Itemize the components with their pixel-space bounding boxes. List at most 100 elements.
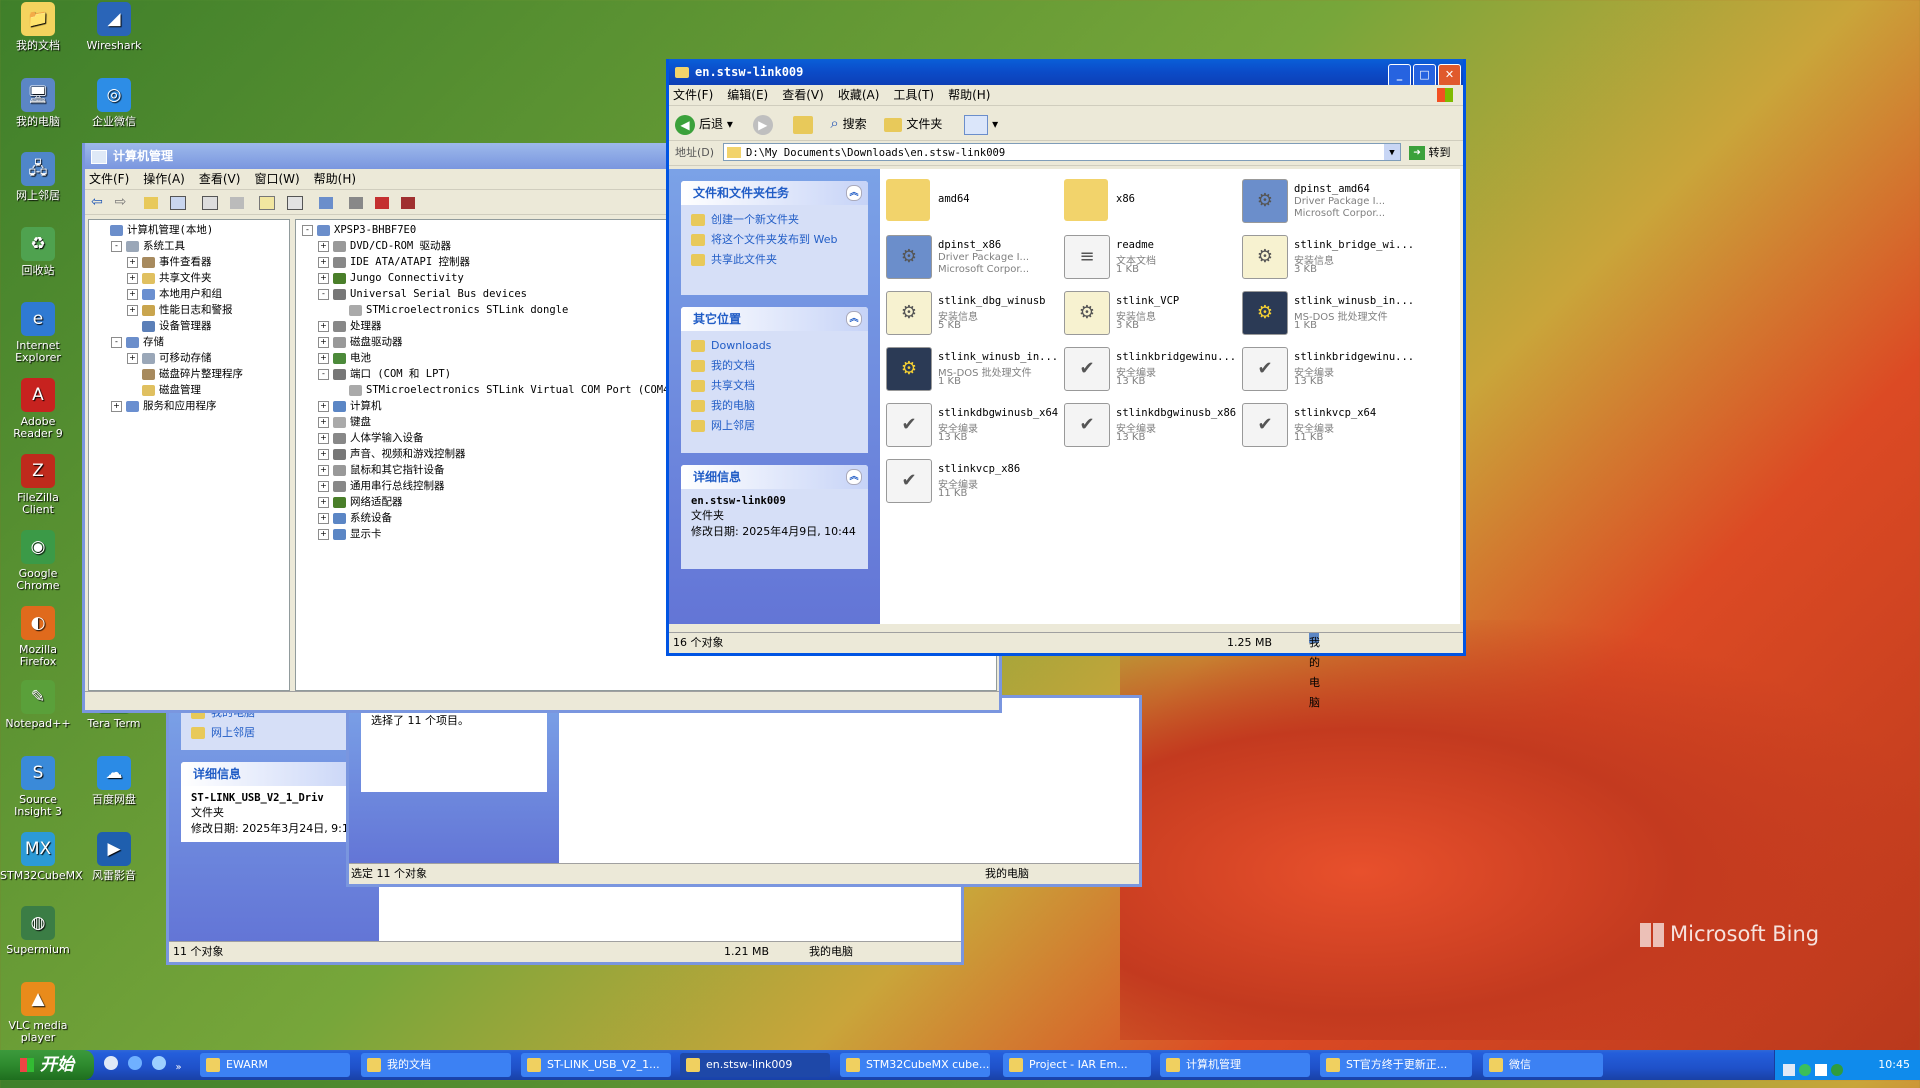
file-item[interactable]: ⚙ stlink_winusb_in... MS-DOS 批处理文件 1 KB bbox=[1242, 287, 1417, 341]
file-item[interactable]: x86 bbox=[1064, 175, 1239, 229]
file-item[interactable]: ≡ readme 文本文档 1 KB bbox=[1064, 231, 1239, 285]
expand-icon[interactable]: + bbox=[318, 480, 329, 492]
security-tray-icon[interactable] bbox=[1831, 1064, 1843, 1076]
expand-icon[interactable]: + bbox=[318, 512, 329, 524]
file-item[interactable]: amd64 bbox=[886, 175, 1061, 229]
expand-icon[interactable]: + bbox=[318, 416, 329, 428]
menu-item[interactable]: 查看(V) bbox=[199, 172, 241, 186]
clock[interactable]: 10:45 bbox=[1878, 1050, 1910, 1080]
file-item[interactable]: ✔ stlinkbridgewinu... 安全编录 13 KB bbox=[1064, 343, 1239, 397]
desktop-icon[interactable]: MX STM32CubeMX bbox=[0, 832, 83, 882]
expand-icon[interactable]: + bbox=[318, 528, 329, 540]
views-dropdown-icon[interactable]: ▾ bbox=[988, 117, 998, 131]
collapse-icon[interactable]: - bbox=[318, 368, 329, 380]
tree-node[interactable]: + 服务和应用程序 bbox=[89, 398, 289, 414]
expand-icon[interactable]: + bbox=[318, 256, 329, 268]
tree-node[interactable]: + 事件查看器 bbox=[89, 254, 289, 270]
expand-icon[interactable]: + bbox=[127, 256, 138, 268]
desktop-icon[interactable]: 🖧 网上邻居 bbox=[0, 152, 76, 202]
back1-place-network[interactable]: 网上邻居 bbox=[191, 724, 357, 744]
file-item[interactable]: ⚙ stlink_bridge_wi... 安装信息 3 KB bbox=[1242, 231, 1417, 285]
minimize-button[interactable]: _ bbox=[1388, 64, 1411, 87]
forward-button[interactable]: ▶ bbox=[752, 114, 777, 135]
expand-icon[interactable]: + bbox=[111, 400, 122, 412]
search-button[interactable]: ⌕ 搜索 bbox=[830, 114, 866, 132]
show-desktop-icon[interactable] bbox=[104, 1056, 118, 1070]
expand-icon[interactable]: + bbox=[318, 272, 329, 284]
address-dropdown-icon[interactable]: ▼ bbox=[1384, 144, 1400, 160]
expand-icon[interactable]: + bbox=[127, 272, 138, 284]
update-driver-icon[interactable] bbox=[348, 196, 363, 209]
task-link[interactable]: 共享文档 bbox=[691, 377, 858, 397]
back-arrow-icon[interactable]: ⇦ bbox=[91, 194, 103, 210]
menu-item[interactable]: 帮助(H) bbox=[948, 88, 990, 102]
desktop-icon[interactable]: ◍ Supermium bbox=[0, 906, 76, 956]
wechat-tray-icon[interactable] bbox=[1799, 1064, 1811, 1076]
forward-arrow-icon[interactable]: ⇨ bbox=[115, 194, 127, 210]
collapse-icon[interactable]: - bbox=[302, 224, 313, 236]
properties-icon[interactable] bbox=[201, 195, 218, 210]
menu-item[interactable]: 文件(F) bbox=[89, 172, 129, 186]
print-icon[interactable] bbox=[229, 196, 244, 209]
collapse-icon[interactable]: ︽ bbox=[846, 469, 862, 485]
task-link[interactable]: Downloads bbox=[691, 337, 858, 357]
task-link[interactable]: 创建一个新文件夹 bbox=[691, 211, 858, 231]
taskbar-button[interactable]: 计算机管理 bbox=[1160, 1053, 1310, 1077]
tree-node[interactable]: 磁盘碎片整理程序 bbox=[89, 366, 289, 382]
menu-item[interactable]: 操作(A) bbox=[143, 172, 185, 186]
tree-node[interactable]: + 本地用户和组 bbox=[89, 286, 289, 302]
menu-item[interactable]: 窗口(W) bbox=[254, 172, 299, 186]
back-button[interactable]: ◀ 后退 ▾ bbox=[675, 114, 733, 135]
menu-item[interactable]: 编辑(E) bbox=[727, 88, 768, 102]
desktop-icon[interactable]: ▶ 风雷影音 bbox=[76, 832, 152, 882]
tree-node[interactable]: - 系统工具 bbox=[89, 238, 289, 254]
file-item[interactable]: ✔ stlinkdbgwinusb_x86 安全编录 13 KB bbox=[1064, 399, 1239, 453]
file-item[interactable]: ⚙ stlink_winusb_in... MS-DOS 批处理文件 1 KB bbox=[886, 343, 1061, 397]
file-item[interactable]: ⚙ dpinst_amd64 Driver Package I... Microsof… bbox=[1242, 175, 1417, 229]
collapse-icon[interactable]: - bbox=[111, 336, 122, 348]
task-link[interactable]: 网上邻居 bbox=[691, 417, 858, 437]
close-button[interactable]: ✕ bbox=[1438, 64, 1461, 87]
menu-item[interactable]: 工具(T) bbox=[893, 88, 934, 102]
taskbar-button[interactable]: EWARM bbox=[200, 1053, 350, 1077]
taskbar-button[interactable]: Project - IAR Em... bbox=[1003, 1053, 1151, 1077]
desktop-icon[interactable]: ◎ 企业微信 bbox=[76, 78, 152, 128]
tree-node[interactable]: + 性能日志和警报 bbox=[89, 302, 289, 318]
tree-node[interactable]: + 可移动存储 bbox=[89, 350, 289, 366]
menu-item[interactable]: 收藏(A) bbox=[838, 88, 880, 102]
expand-icon[interactable]: + bbox=[318, 240, 329, 252]
scan-hardware-icon[interactable] bbox=[319, 196, 334, 209]
collapse-icon[interactable]: ︽ bbox=[846, 185, 862, 201]
expand-icon[interactable]: + bbox=[127, 288, 138, 300]
tree-node[interactable]: 设备管理器 bbox=[89, 318, 289, 334]
desktop-icon[interactable]: e Internet Explorer bbox=[0, 302, 76, 364]
explorer-window-stsw[interactable]: en.stsw-link009 _ □ ✕ 文件(F) 编辑(E) 查看(V) 收藏(A)… bbox=[666, 59, 1466, 709]
desktop-icon[interactable]: ♻ 回收站 bbox=[0, 227, 76, 277]
desktop-icon[interactable]: Z FileZilla Client bbox=[0, 454, 76, 516]
network-tray-icon[interactable] bbox=[1783, 1064, 1795, 1076]
views-button[interactable] bbox=[964, 114, 989, 135]
task-link[interactable]: 我的文档 bbox=[691, 357, 858, 377]
menu-item[interactable]: 查看(V) bbox=[782, 88, 824, 102]
taskbar-button[interactable]: ST官方终于更新正... bbox=[1320, 1053, 1472, 1077]
menu-item[interactable]: 帮助(H) bbox=[314, 172, 356, 186]
file-list[interactable]: amd64 x86 ⚙ dpinst_amd64 Driver Package I...… bbox=[880, 169, 1460, 624]
desktop-icon[interactable]: A Adobe Reader 9 bbox=[0, 378, 76, 440]
tree-node[interactable]: - 存储 bbox=[89, 334, 289, 350]
view-icon[interactable] bbox=[287, 195, 304, 210]
explorer-window-selection[interactable]: 选择了 11 个项目。 选定 11 个对象 我的电脑 bbox=[346, 695, 1142, 887]
expand-icon[interactable]: + bbox=[127, 352, 138, 364]
folders-button[interactable]: 文件夹 bbox=[884, 117, 942, 132]
other-places-title[interactable]: 其它位置 ︽ bbox=[681, 307, 868, 331]
disable-icon[interactable] bbox=[400, 196, 415, 209]
explorer-title-bar[interactable]: en.stsw-link009 _ □ ✕ bbox=[669, 59, 1463, 87]
desktop-icon[interactable]: ☁ 百度网盘 bbox=[76, 756, 152, 806]
file-item[interactable]: ⚙ stlink_dbg_winusb 安装信息 5 KB bbox=[886, 287, 1061, 341]
back1-details-title[interactable]: 详细信息 bbox=[181, 762, 367, 786]
details-title[interactable]: 详细信息 ︽ bbox=[681, 465, 868, 489]
task-link[interactable]: 共享此文件夹 bbox=[691, 251, 858, 271]
file-item[interactable]: ✔ stlinkvcp_x86 安全编录 11 KB bbox=[886, 455, 1061, 509]
taskbar-button[interactable]: 我的文档 bbox=[361, 1053, 511, 1077]
expand-icon[interactable]: + bbox=[318, 432, 329, 444]
taskbar-button[interactable]: STM32CubeMX cube... bbox=[840, 1053, 990, 1077]
